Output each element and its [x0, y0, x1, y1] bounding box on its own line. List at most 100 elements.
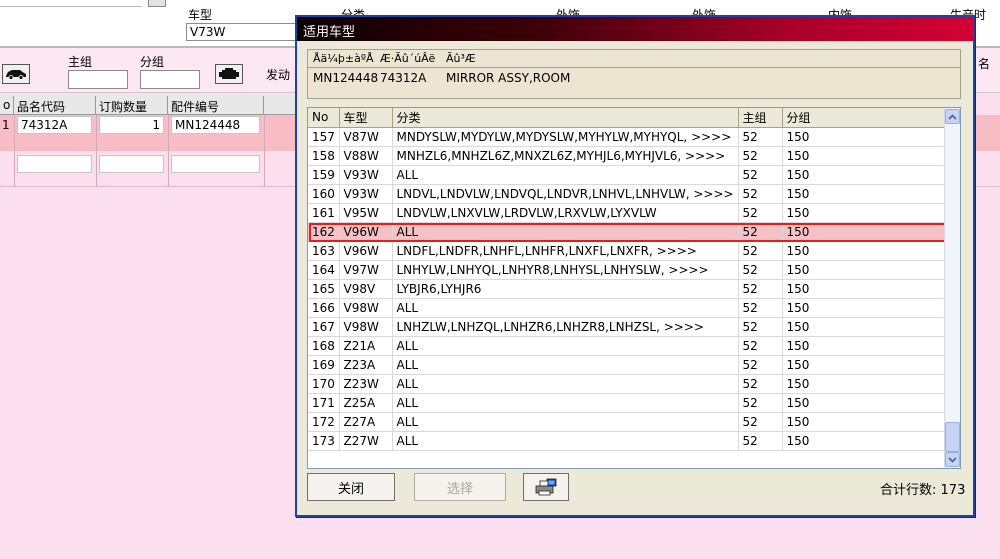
info-part-name: MIRROR ASSY,ROOM	[446, 71, 571, 85]
cell-no: 171	[308, 393, 340, 413]
cell-no: 162	[308, 222, 340, 242]
cell-main-group: 52	[738, 431, 783, 451]
engine-button[interactable]	[215, 64, 243, 84]
cell-sub-group: 150	[782, 355, 947, 375]
grid-divider	[168, 115, 169, 187]
model-row[interactable]: 168 Z21A ALL 52 150	[308, 336, 947, 356]
model-row[interactable]: 161 V95W LNDVLW,LNXVLW,LRDVLW,LRXVLW,LYXVL…	[308, 203, 947, 223]
cell-no: 164	[308, 260, 340, 280]
engine-icon	[219, 68, 239, 79]
part-no-cell[interactable]: MN124448	[171, 116, 260, 134]
model-row[interactable]: 169 Z23A ALL 52 150	[308, 355, 947, 375]
grid-header-part-code: 品名代码	[14, 96, 96, 115]
cell-category: ALL	[392, 222, 739, 242]
grid-header-part-no: 配件编号	[168, 96, 264, 115]
cell-model: V93W	[339, 184, 393, 204]
cell-model: Z23A	[339, 355, 393, 375]
model-row[interactable]: 164 V97W LNHYLW,LNHYQL,LNHYR8,LNHYSL,LNHYS…	[308, 260, 947, 280]
cell-no: 160	[308, 184, 340, 204]
model-row[interactable]: 157 V87W MNDYSLW,MYDYLW,MYDYSLW,MYHYLW,MYH…	[308, 127, 947, 147]
vertical-scrollbar[interactable]	[944, 108, 960, 468]
cell-category: ALL	[392, 412, 739, 432]
cell-main-group: 52	[738, 222, 783, 242]
cell-main-group: 52	[738, 241, 783, 261]
cell-sub-group: 150	[782, 279, 947, 299]
model-row[interactable]: 172 Z27A ALL 52 150	[308, 412, 947, 432]
cell-sub-group: 150	[782, 393, 947, 413]
model-input[interactable]: V73W	[186, 23, 304, 41]
cell-no: 167	[308, 317, 340, 337]
info-header-name: Ãû³Æ	[446, 52, 476, 65]
cell-sub-group: 150	[782, 127, 947, 147]
cell-model: Z27A	[339, 412, 393, 432]
cell-main-group: 52	[738, 146, 783, 166]
print-button[interactable]	[523, 473, 569, 501]
scroll-down-icon	[948, 456, 957, 463]
grid-divider	[14, 115, 15, 187]
cell-main-group: 52	[738, 203, 783, 223]
scroll-thumb[interactable]	[945, 422, 960, 452]
select-button[interactable]: 选择	[414, 473, 506, 501]
info-part-no: MN124448	[313, 71, 379, 85]
main-group-label: 主组	[68, 55, 93, 69]
model-row[interactable]: 167 V98W LNHZLW,LNHZQL,LNHZR6,LNHZR8,LNHZS…	[308, 317, 947, 337]
cell-category: LNHZLW,LNHZQL,LNHZR6,LNHZR8,LNHZSL, >>>>	[392, 317, 739, 337]
cell-main-group: 52	[738, 127, 783, 147]
model-row[interactable]: 160 V93W LNDVL,LNDVLW,LNDVQL,LNDVR,LNHVL,L…	[308, 184, 947, 204]
info-header-part-code: Æ·Ãû´úÂë	[380, 52, 436, 65]
model-row[interactable]: 166 V98W ALL 52 150	[308, 298, 947, 318]
cell-model: V93W	[339, 165, 393, 185]
cell-no: 166	[308, 298, 340, 318]
empty-part-no-cell[interactable]	[171, 155, 260, 173]
grid-divider	[96, 115, 97, 187]
cell-main-group: 52	[738, 165, 783, 185]
cell-category: ALL	[392, 431, 739, 451]
empty-part-code-cell[interactable]	[17, 155, 92, 173]
cell-category: ALL	[392, 374, 739, 394]
model-row[interactable]: 171 Z25A ALL 52 150	[308, 393, 947, 413]
printer-icon	[535, 478, 557, 496]
vehicle-button[interactable]	[2, 64, 30, 84]
cell-model: Z27W	[339, 431, 393, 451]
part-code-cell[interactable]: 74312A	[17, 116, 92, 134]
cell-sub-group: 150	[782, 241, 947, 261]
cell-no: 173	[308, 431, 340, 451]
col-header-main-group[interactable]: 主组	[738, 108, 783, 128]
grid-header-blank	[264, 96, 296, 115]
part-info-header: Åä¼þ±àºÅ Æ·Ãû´úÂë Ãû³Æ	[308, 50, 960, 68]
col-header-model[interactable]: 车型	[339, 108, 393, 128]
model-row[interactable]: 165 V98V LYBJR6,LYHJR6 52 150	[308, 279, 947, 299]
close-button[interactable]: 关闭	[307, 473, 395, 501]
row-count-label: 合计行数:	[880, 483, 937, 498]
col-header-category[interactable]: 分类	[392, 108, 739, 128]
cell-sub-group: 150	[782, 431, 947, 451]
scroll-down-button[interactable]	[945, 452, 960, 467]
top-dropdown-button[interactable]	[148, 0, 166, 7]
top-input-partial[interactable]	[0, 0, 142, 7]
cell-sub-group: 150	[782, 298, 947, 318]
main-group-input[interactable]	[68, 70, 128, 89]
model-row[interactable]: 158 V88W MNHZL6,MNHZL6Z,MNXZL6Z,MYHJL6,MYH…	[308, 146, 947, 166]
dialog-titlebar[interactable]: 适用车型	[297, 17, 973, 41]
model-row[interactable]: 162 V96W ALL 52 150	[308, 222, 947, 242]
scroll-up-button[interactable]	[945, 109, 960, 124]
cell-sub-group: 150	[782, 203, 947, 223]
model-row[interactable]: 170 Z23W ALL 52 150	[308, 374, 947, 394]
cell-no: 158	[308, 146, 340, 166]
car-icon	[6, 70, 26, 80]
model-row[interactable]: 159 V93W ALL 52 150	[308, 165, 947, 185]
dialog-title: 适用车型	[303, 25, 356, 40]
col-header-no[interactable]: No	[308, 108, 340, 128]
qty-cell[interactable]: 1	[99, 116, 164, 134]
grid-header-qty: 订购数量	[96, 96, 168, 115]
empty-qty-cell[interactable]	[99, 155, 164, 173]
models-table: No 车型 分类 主组 分组 157 V87W MNDYSLW,MYDYLW,MYD…	[308, 108, 947, 451]
model-row[interactable]: 163 V96W LNDFL,LNDFR,LNHFL,LNHFR,LNXFL,LNX…	[308, 241, 947, 261]
cell-sub-group: 150	[782, 222, 947, 242]
cell-category: MNDYSLW,MYDYLW,MYDYSLW,MYHYLW,MYHYQL, >>…	[392, 127, 739, 147]
sub-group-input[interactable]	[140, 70, 200, 89]
cell-model: Z23W	[339, 374, 393, 394]
col-header-sub-group[interactable]: 分组	[782, 108, 947, 128]
model-row[interactable]: 173 Z27W ALL 52 150	[308, 431, 947, 451]
edge-label: 名	[978, 57, 991, 71]
